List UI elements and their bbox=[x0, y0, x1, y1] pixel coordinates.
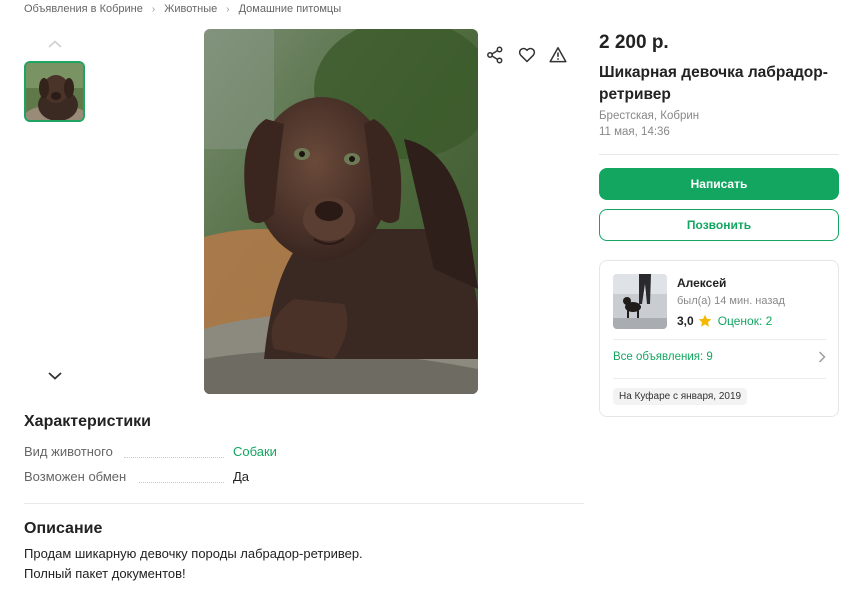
gallery-next-button[interactable] bbox=[45, 368, 65, 384]
description-text: Продам шикарную девочку породы лабрадор-… bbox=[24, 546, 363, 561]
characteristic-row: Вид животного Собаки bbox=[24, 444, 324, 462]
breadcrumb-item-pets[interactable]: Домашние питомцы bbox=[239, 3, 342, 15]
chevron-right-icon: › bbox=[151, 3, 156, 15]
main-photo[interactable] bbox=[204, 29, 478, 394]
call-button[interactable]: Позвонить bbox=[599, 209, 839, 241]
seller-name[interactable]: Алексей bbox=[677, 276, 726, 290]
breadcrumb-item-ads-kobrin[interactable]: Объявления в Кобрине bbox=[24, 3, 143, 15]
gallery-prev-button[interactable] bbox=[45, 36, 65, 52]
divider bbox=[613, 339, 826, 340]
all-ads-label: Все объявления: 9 bbox=[613, 351, 713, 363]
listing-location: Брестская, Кобрин bbox=[599, 110, 700, 122]
share-button[interactable] bbox=[481, 41, 509, 69]
characteristic-key: Вид животного bbox=[24, 444, 119, 459]
characteristic-key: Возможен обмен bbox=[24, 469, 133, 484]
characteristics-title: Характеристики bbox=[24, 413, 152, 430]
gallery-thumbnail[interactable] bbox=[24, 61, 85, 122]
characteristic-value-link[interactable]: Собаки bbox=[233, 444, 277, 459]
listing-date: 11 мая, 14:36 bbox=[599, 126, 670, 138]
divider bbox=[613, 378, 826, 379]
breadcrumb-item-animals[interactable]: Животные bbox=[164, 3, 217, 15]
warning-icon bbox=[549, 47, 567, 63]
rating-score: 3,0 bbox=[677, 314, 694, 328]
seller-rating: 3,0 Оценок: 2 bbox=[677, 314, 772, 328]
dotted-leader bbox=[139, 482, 224, 483]
breadcrumb: Объявления в Кобрине › Животные › Домашн… bbox=[24, 3, 341, 15]
reviews-link[interactable]: Оценок: 2 bbox=[718, 314, 773, 328]
description-text: Полный пакет документов! bbox=[24, 566, 186, 581]
listing-title: Шикарная девочка лабрадор-ретривер bbox=[599, 64, 828, 103]
chevron-down-icon bbox=[48, 372, 62, 380]
listing-price: 2 200 р. bbox=[599, 32, 669, 53]
share-icon bbox=[487, 46, 503, 64]
favorite-button[interactable] bbox=[513, 41, 541, 69]
seller-card: Алексей был(а) 14 мин. назад 3,0 Оценок:… bbox=[599, 260, 839, 417]
write-message-button[interactable]: Написать bbox=[599, 168, 839, 200]
member-since-badge: На Куфаре с января, 2019 bbox=[613, 388, 748, 405]
all-ads-link[interactable]: Все объявления: 9 bbox=[613, 351, 826, 363]
divider bbox=[24, 503, 584, 504]
report-button[interactable] bbox=[544, 41, 572, 69]
chevron-right-icon: › bbox=[226, 3, 230, 15]
heart-icon bbox=[518, 47, 536, 63]
chevron-up-icon bbox=[48, 40, 62, 48]
characteristic-value: Да bbox=[233, 469, 250, 484]
seller-last-seen: был(а) 14 мин. назад bbox=[677, 295, 785, 307]
dotted-leader bbox=[124, 457, 224, 458]
star-icon bbox=[698, 314, 711, 327]
chevron-right-icon bbox=[819, 351, 826, 363]
divider bbox=[599, 154, 839, 155]
description-title: Описание bbox=[24, 520, 103, 537]
avatar[interactable] bbox=[613, 274, 667, 329]
characteristic-row: Возможен обмен Да bbox=[24, 469, 324, 487]
